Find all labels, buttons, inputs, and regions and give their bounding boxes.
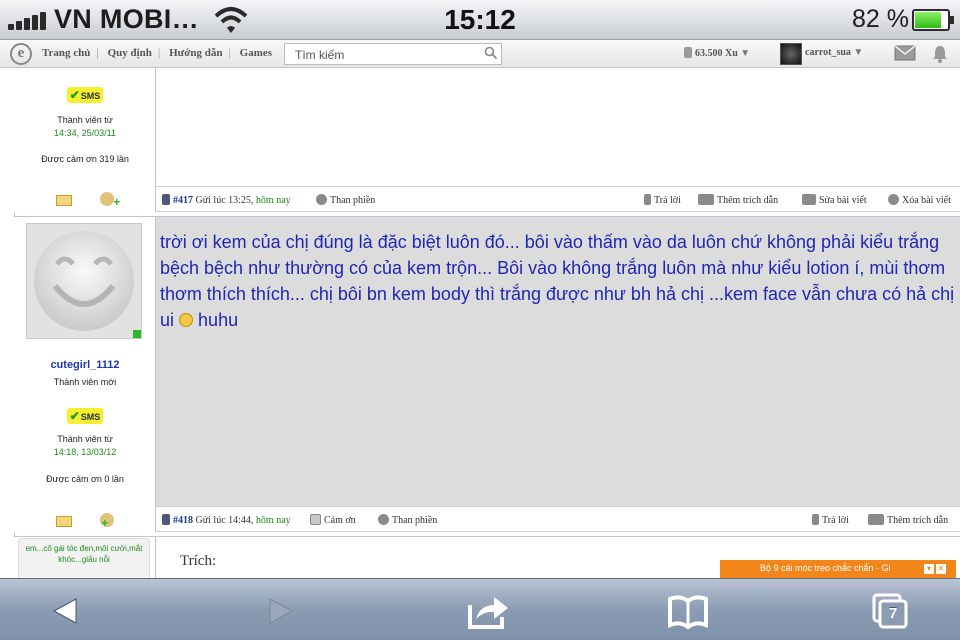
quote-plus-icon (868, 514, 884, 525)
reply-button[interactable]: Trả lời (644, 194, 681, 206)
sms-badge: ✔SMS (66, 408, 104, 424)
bell-icon[interactable] (930, 44, 950, 64)
smiley-avatar-icon (34, 231, 134, 331)
thanks-count: Được cảm ơn 319 lần (41, 154, 129, 164)
nav-links: Trang chủ | Quy định | Hướng dẫn | Games (42, 47, 273, 59)
search-icon[interactable] (484, 46, 498, 60)
warning-icon (378, 514, 389, 525)
delete-post-button[interactable]: Xóa bài viết (888, 194, 951, 206)
report-button[interactable]: Than phiền (316, 194, 375, 206)
document-icon (162, 514, 170, 525)
user-signature: em...cô gái tóc đen,môi cười,mắt khóc...… (18, 538, 150, 578)
reply-icon (644, 194, 651, 205)
thanks-count: Được cảm ơn 0 lần (46, 474, 124, 484)
post-417-userinfo: ✔SMS Thành viên từ 14:34, 25/03/11 Được … (14, 68, 156, 212)
back-arrow-icon[interactable] (44, 591, 88, 631)
battery-percent: 82 % (852, 5, 909, 33)
envelope-icon[interactable] (55, 195, 72, 206)
add-friend-icon[interactable]: + (100, 192, 120, 209)
thank-icon (310, 514, 321, 525)
check-icon: ✔ (69, 409, 80, 423)
ad-banner[interactable]: Bộ 9 cái móc treo chắc chắn - Gi ▾ ✕ (720, 560, 956, 578)
status-bar: VN MOBI… 15:12 82 % (0, 0, 960, 40)
forum-nav: e Trang chủ | Quy định | Hướng dẫn | Games … (0, 40, 960, 68)
post-417-body (156, 68, 960, 186)
reply-icon (812, 514, 819, 525)
thread-content: ✔SMS Thành viên từ 14:34, 25/03/11 Được … (0, 68, 960, 578)
site-logo[interactable]: e (10, 43, 32, 65)
nav-guide[interactable]: Hướng dẫn (169, 47, 222, 59)
post-418-body: trời ơi kem của chị đúng là đặc biệt luô… (156, 216, 960, 506)
post-418-userinfo: cutegirl_1112 Thành viên mới ✔SMS Thành … (14, 216, 156, 532)
reply-button[interactable]: Trả lời (812, 514, 849, 526)
coin-balance[interactable]: 63.500 Xu ▼ (684, 47, 750, 59)
browser-toolbar: 7 (0, 578, 960, 640)
user-menu[interactable]: carrot_sua ▼ (805, 47, 863, 58)
user-actions: + (14, 192, 156, 211)
sms-badge: ✔SMS (66, 87, 104, 103)
check-icon: ✔ (69, 88, 80, 102)
nav-home[interactable]: Trang chủ (42, 47, 90, 59)
post-meta: #417 Gửi lúc 13:25, hôm nay (162, 194, 291, 206)
battery-icon (912, 9, 954, 31)
forward-arrow-icon[interactable] (258, 591, 302, 631)
post-meta: #418 Gửi lúc 14:44, hôm nay (162, 514, 291, 526)
bookmarks-icon[interactable] (666, 591, 710, 631)
tabs-button[interactable]: 7 (868, 591, 912, 631)
quote-plus-icon (698, 194, 714, 205)
report-button[interactable]: Than phiền (378, 514, 437, 526)
chevron-down-icon: ▼ (740, 48, 751, 59)
warning-icon (316, 194, 327, 205)
user-actions: + (14, 513, 156, 532)
user-rank: Thành viên mới (53, 377, 117, 387)
nav-rules[interactable]: Quy định (108, 47, 152, 59)
nav-games[interactable]: Games (240, 47, 272, 59)
user-avatar[interactable] (780, 43, 802, 65)
edit-post-button[interactable]: Sửa bài viết (802, 194, 867, 206)
thank-button[interactable]: Cảm ơn (310, 514, 356, 526)
add-quote-button[interactable]: Thêm trích dẫn (868, 514, 948, 526)
mail-icon[interactable] (894, 45, 916, 61)
post-418-toolbar: #418 Gửi lúc 14:44, hôm nay Cảm ơn Than … (156, 506, 960, 532)
add-friend-icon[interactable]: + (100, 513, 115, 530)
clock: 15:12 (444, 4, 516, 35)
quote-label: Trích: (180, 553, 217, 569)
post-message: trời ơi kem của chị đúng là đặc biệt luô… (160, 232, 955, 330)
add-quote-button[interactable]: Thêm trích dẫn (698, 194, 778, 206)
close-icon[interactable]: ✕ (936, 564, 946, 574)
edit-icon (802, 194, 816, 205)
grin-emoticon-icon (179, 313, 194, 327)
document-icon (162, 194, 170, 205)
post-417-toolbar: #417 Gửi lúc 13:25, hôm nay Than phiền T… (156, 186, 960, 212)
tabs-count: 7 (888, 605, 898, 622)
member-since: Thành viên từ 14:18, 13/03/12 (53, 434, 117, 457)
coin-icon (684, 47, 692, 58)
online-status-icon (133, 330, 141, 338)
delete-icon (888, 194, 899, 205)
post-author[interactable]: cutegirl_1112 (14, 359, 156, 371)
minimize-icon[interactable]: ▾ (924, 564, 934, 574)
share-icon[interactable] (466, 591, 510, 631)
search-input[interactable]: Tìm kiếm (284, 43, 502, 65)
chevron-down-icon: ▼ (853, 47, 864, 58)
user-avatar-large[interactable] (26, 223, 142, 339)
member-since: Thành viên từ 14:34, 25/03/11 (54, 115, 116, 138)
envelope-icon[interactable] (55, 516, 72, 527)
